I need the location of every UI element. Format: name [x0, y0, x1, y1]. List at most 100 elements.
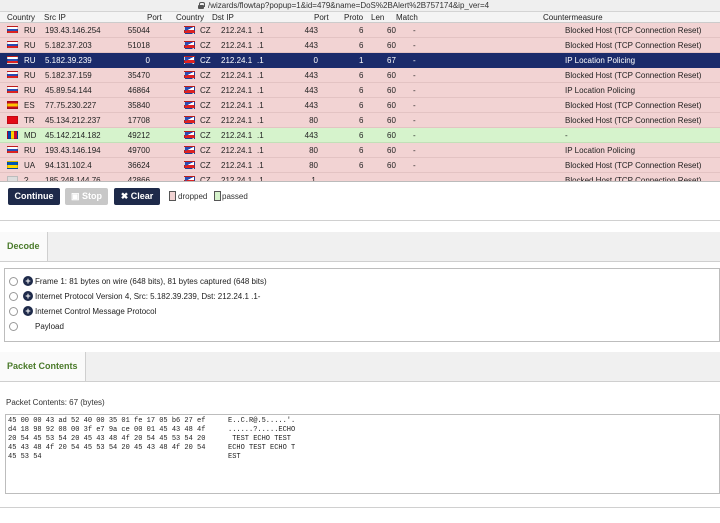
table-row[interactable]: RU 5.182.37.159 35470 CZ 212.24.1 .1 443 6 60 - Bl… — [0, 68, 720, 83]
dst-ip: 212.24.1 — [221, 86, 253, 95]
table-row[interactable]: ES 77.75.230.227 35840 CZ 212.24.1 .1 443 6 60 - B… — [0, 98, 720, 113]
col-country[interactable]: Country — [7, 13, 35, 22]
dst-port: 443 — [304, 86, 318, 95]
table-row[interactable]: MD 45.142.214.182 49212 CZ 212.24.1 .1 443 6 60 -… — [0, 128, 720, 143]
src-port: 51018 — [127, 41, 150, 50]
col-src-port[interactable]: Port — [147, 13, 162, 22]
table-row[interactable]: RU 5.182.37.203 51018 CZ 212.24.1 .1 443 6 60 - Bl… — [0, 38, 720, 53]
hex-line: 20 54 45 53 54 20 45 43 48 4f 20 54 45 5… — [8, 435, 206, 443]
select-radio[interactable] — [9, 307, 18, 316]
col-dst-ip[interactable]: Dst IP — [212, 13, 234, 22]
ascii-line: TEST ECHO TEST — [228, 435, 292, 443]
table-row[interactable]: ? 185.248.144.76 42866 CZ 212.24.1.1 1. Blocke… — [0, 173, 720, 181]
src-port: 49700 — [127, 146, 150, 155]
hex-dump-panel[interactable]: 45 00 00 43 ad 52 40 00 35 01 fe 17 05 b… — [5, 414, 720, 494]
bottom-divider — [0, 507, 720, 508]
dst-flag-icon — [184, 101, 195, 109]
hex-line: d4 18 98 92 08 00 3f e7 9a ce 00 01 45 4… — [8, 426, 206, 434]
src-ip: 193.43.146.194 — [45, 146, 101, 155]
continue-button[interactable]: Continue — [8, 188, 60, 205]
stop-button[interactable]: ▣ Stop — [65, 188, 108, 205]
dst-ip: 212.24.1 — [221, 56, 253, 65]
ascii-line: EST — [228, 453, 241, 461]
dst-flag-icon — [184, 161, 195, 169]
col-match[interactable]: Match — [396, 13, 418, 22]
dst-country: CZ — [200, 41, 211, 50]
src-ip: 45.134.212.237 — [45, 116, 101, 125]
select-radio[interactable] — [9, 292, 18, 301]
table-row[interactable]: RU 193.43.146.254 55044 CZ 212.24.1 .1 443 6 60 -… — [0, 23, 720, 38]
dst-flag-icon — [184, 131, 195, 139]
src-ip: 45.142.214.182 — [45, 131, 101, 140]
dst-ip: 212.24.1 — [221, 101, 253, 110]
col-countermeasure[interactable]: Countermeasure — [543, 13, 603, 22]
dropped-legend-swatch — [169, 191, 176, 201]
dst-port: 80 — [309, 161, 318, 170]
dropped-legend-label: dropped — [178, 192, 208, 201]
select-radio[interactable] — [9, 277, 18, 286]
tab-packet-contents[interactable]: Packet Contents — [0, 352, 86, 382]
dst-ip-tail: .1 — [257, 86, 264, 95]
src-ip: 94.131.102.4 — [45, 161, 92, 170]
url-text[interactable]: /wizards/flowtap?popup=1&id=479&name=DoS… — [208, 1, 489, 10]
dst-ip: 212.24.1 — [221, 161, 253, 170]
table-row[interactable]: RU 193.43.146.194 49700 CZ 212.24.1 .1 80 6 60 - I… — [0, 143, 720, 158]
len: 60 — [387, 146, 396, 155]
dst-flag-icon — [184, 86, 195, 94]
src-flag-icon — [7, 101, 18, 109]
src-flag-icon — [7, 86, 18, 94]
dst-port: 443 — [304, 131, 318, 140]
proto: 6 — [359, 26, 364, 35]
table-row[interactable]: TR 45.134.212.237 17708 CZ 212.24.1 .1 80 6 60 - B… — [0, 113, 720, 128]
col-src-ip[interactable]: Src IP — [44, 13, 66, 22]
decode-item-label: Internet Control Message Protocol — [35, 307, 157, 316]
ascii-line: E..C.R@.5.....'. — [228, 417, 296, 425]
table-header: Country Src IP Port Country Dst IP Port … — [0, 12, 720, 23]
dst-flag-icon — [184, 26, 195, 34]
decode-item-label: Internet Protocol Version 4, Src: 5.182.… — [35, 292, 261, 301]
section-divider — [0, 220, 720, 221]
src-port: 17708 — [127, 116, 150, 125]
expand-plus-icon[interactable]: + — [23, 306, 33, 316]
col-dst-country[interactable]: Country — [176, 13, 204, 22]
dst-country: CZ — [200, 26, 211, 35]
browser-url-bar[interactable]: /wizards/flowtap?popup=1&id=479&name=DoS… — [0, 0, 720, 12]
countermeasure: IP Location Policing — [565, 146, 636, 155]
countermeasure: Blocked Host (TCP Connection Reset) — [565, 101, 702, 110]
select-radio[interactable] — [9, 322, 18, 331]
src-ip: 45.89.54.144 — [45, 86, 92, 95]
table-row[interactable]: UA 94.131.102.4 36624 CZ 212.24.1 .1 80 6 60 - Blo… — [0, 158, 720, 173]
expand-plus-icon[interactable]: + — [23, 291, 33, 301]
dst-ip: 212.24.1 — [221, 41, 253, 50]
col-proto[interactable]: Proto — [344, 13, 363, 22]
dst-flag-icon — [184, 41, 195, 49]
match: - — [413, 41, 416, 50]
dst-port: 443 — [304, 41, 318, 50]
len: 60 — [387, 116, 396, 125]
src-port: 55044 — [127, 26, 150, 35]
len: 60 — [387, 86, 396, 95]
tab-decode[interactable]: Decode — [0, 232, 48, 262]
countermeasure: IP Location Policing — [565, 86, 636, 95]
col-len[interactable]: Len — [371, 13, 384, 22]
match: - — [413, 71, 416, 80]
src-ip: 5.182.37.159 — [45, 71, 92, 80]
match: - — [413, 86, 416, 95]
src-flag-icon — [7, 41, 18, 49]
len: 60 — [387, 101, 396, 110]
src-country: MD — [24, 131, 37, 140]
table-row[interactable]: RU 45.89.54.144 46864 CZ 212.24.1 .1 443 6 60 - IP… — [0, 83, 720, 98]
countermeasure: - — [565, 131, 568, 140]
lock-icon — [198, 2, 205, 9]
table-row[interactable]: RU 5.182.39.239 0 CZ 212.24.1 .1 0 1 67 - IP Locat… — [0, 53, 720, 68]
ascii-line: ECHO TEST ECHO T — [228, 444, 296, 452]
proto: 6 — [359, 131, 364, 140]
src-port: 49212 — [127, 131, 150, 140]
dst-country: CZ — [200, 71, 211, 80]
proto: 1 — [359, 56, 364, 65]
expand-plus-icon[interactable]: + — [23, 276, 33, 286]
countermeasure: IP Location Policing — [565, 56, 636, 65]
len: 60 — [387, 71, 396, 80]
clear-button[interactable]: ✖ Clear — [114, 188, 160, 205]
col-dst-port[interactable]: Port — [314, 13, 329, 22]
